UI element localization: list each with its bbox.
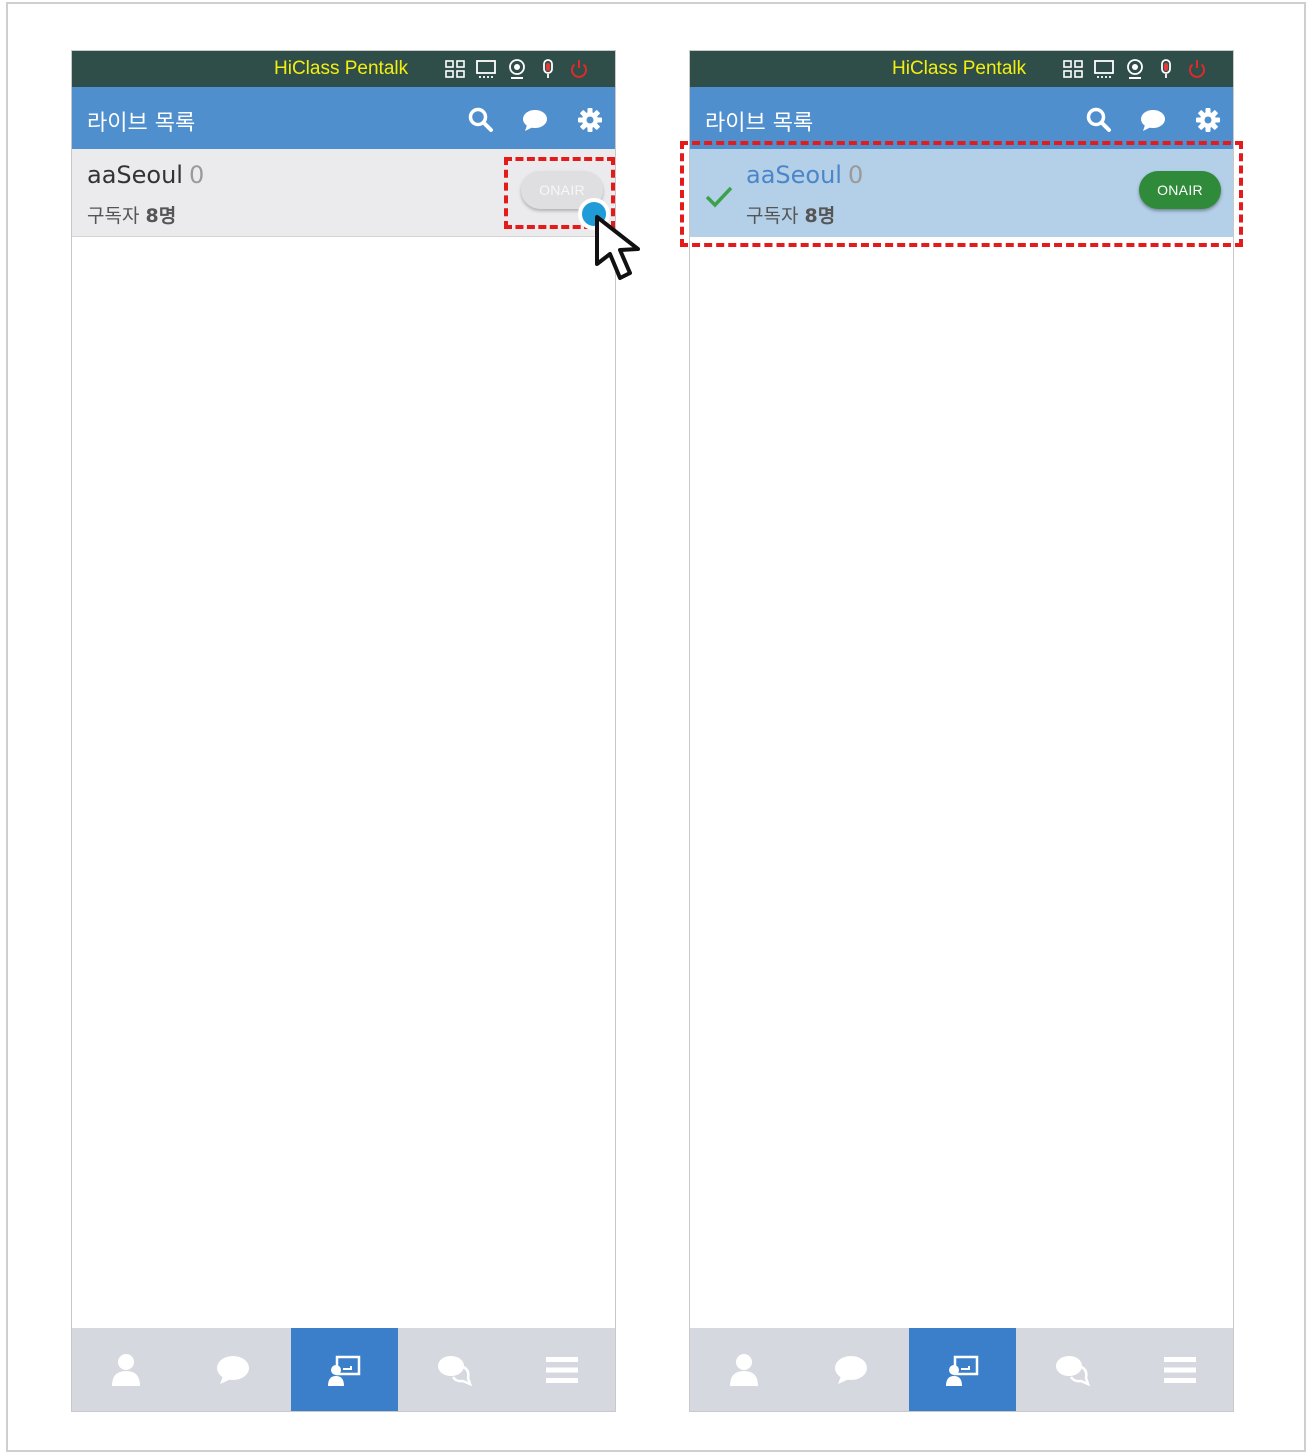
monitor-icon[interactable] [1093,58,1115,80]
microphone-icon[interactable] [1155,58,1177,80]
subscribers-label: 구독자 [87,205,140,227]
live-class-icon [946,1355,979,1386]
tab-user[interactable] [72,1328,179,1411]
tab-user[interactable] [690,1328,797,1411]
webcam-icon[interactable] [1124,58,1146,80]
search-icon[interactable] [467,106,495,134]
highlight-selected-row [680,141,1243,247]
tab-discussion[interactable] [400,1328,507,1411]
search-icon[interactable] [1085,106,1113,134]
power-icon[interactable] [1186,58,1208,80]
monitor-icon[interactable] [475,58,497,80]
tab-discussion[interactable] [1018,1328,1125,1411]
tab-live[interactable] [291,1328,398,1411]
app-window-after: HiClass Pentalk 라이브 목록 aaSeoul 0 구독자 8명 O… [689,50,1234,1412]
mouse-cursor-icon [595,215,640,280]
discussion-icon [1056,1356,1090,1387]
app-title: HiClass Pentalk [274,58,409,79]
page-title: 라이브 목록 [705,111,814,136]
live-class-icon [328,1355,361,1386]
menu-icon [1164,1357,1196,1383]
app-window-before: HiClass Pentalk 라이브 목록 aaSeoul 0 구독자 8명 O… [71,50,616,1412]
bottom-tab-bar [690,1328,1233,1411]
microphone-icon[interactable] [537,58,559,80]
subscribers-count: 8명 [145,205,177,227]
network-icon[interactable] [444,58,466,80]
tab-chat[interactable] [797,1328,904,1411]
tab-live[interactable] [909,1328,1016,1411]
title-bar: HiClass Pentalk [690,51,1233,87]
user-icon [112,1354,140,1386]
menu-icon [546,1357,578,1383]
page-header: 라이브 목록 [690,87,1233,149]
bottom-tab-bar [72,1328,615,1411]
tab-menu[interactable] [508,1328,615,1411]
tab-menu[interactable] [1126,1328,1233,1411]
gear-icon[interactable] [1194,106,1222,134]
discussion-icon [438,1356,472,1387]
tab-chat[interactable] [179,1328,286,1411]
chat-icon[interactable] [521,106,549,134]
page-header: 라이브 목록 [72,87,615,149]
webcam-icon[interactable] [506,58,528,80]
page-title: 라이브 목록 [87,111,196,136]
title-bar: HiClass Pentalk [72,51,615,87]
network-icon[interactable] [1062,58,1084,80]
user-icon [730,1354,758,1386]
room-count: 0 [188,161,205,189]
app-title: HiClass Pentalk [892,58,1027,79]
chat-icon [835,1356,867,1384]
chat-icon [217,1356,249,1384]
gear-icon[interactable] [576,106,604,134]
chat-icon[interactable] [1139,106,1167,134]
room-name: aaSeoul [87,161,183,189]
power-icon[interactable] [568,58,590,80]
